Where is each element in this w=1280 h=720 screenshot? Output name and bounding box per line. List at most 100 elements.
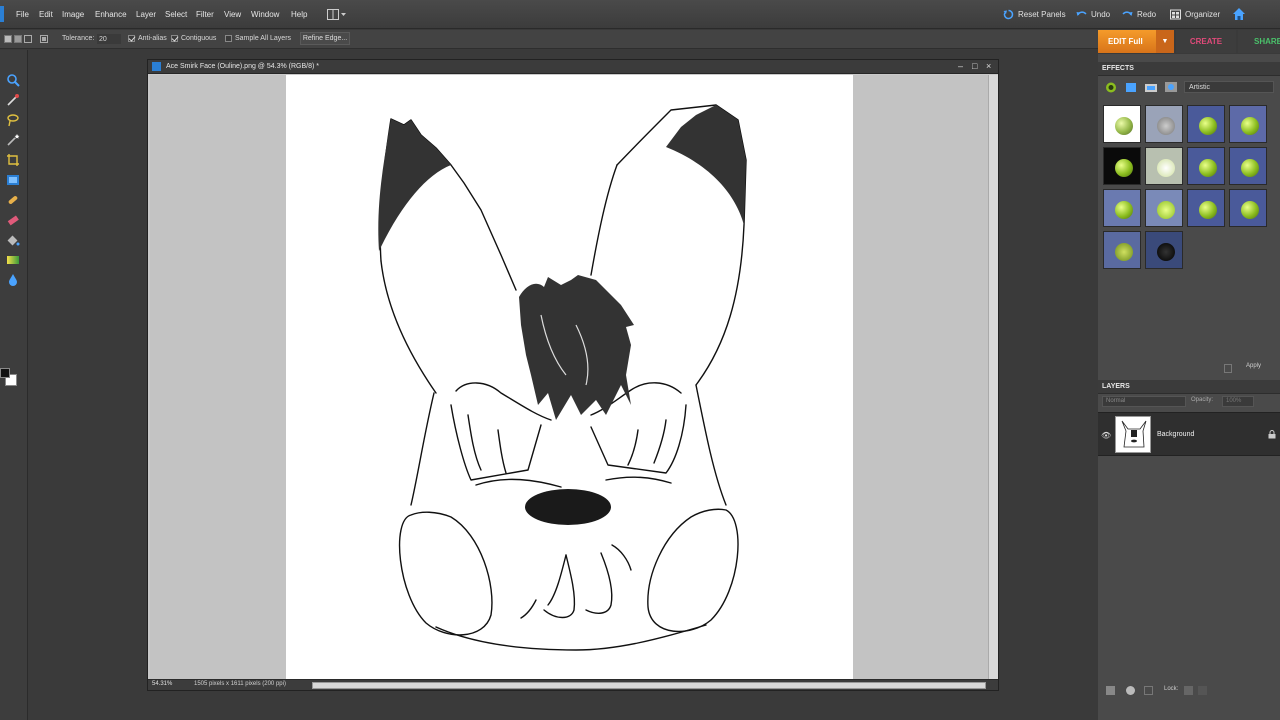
document-title: Ace Smirk Face (Ouline).png @ 54.3% (RGB…	[166, 63, 319, 70]
menu-enhance[interactable]: Enhance	[95, 10, 127, 19]
anti-alias-checkbox[interactable]: Anti-alias	[128, 35, 167, 42]
close-icon[interactable]: ×	[986, 61, 991, 71]
zoom-level[interactable]: 54.31%	[152, 681, 172, 687]
tab-create[interactable]: CREATE	[1176, 30, 1236, 53]
reset-icon	[1003, 9, 1014, 20]
crop-tool-icon[interactable]	[6, 153, 20, 167]
canvas-area[interactable]	[150, 75, 988, 679]
menu-bar: File Edit Image Enhance Layer Select Fil…	[0, 0, 1280, 29]
effect-thumb[interactable]	[1187, 189, 1225, 227]
layers-footer: Lock:	[1098, 682, 1280, 700]
menu-image[interactable]: Image	[62, 10, 84, 19]
adjustment-layer-icon[interactable]	[1126, 686, 1135, 695]
blend-mode-select[interactable]: Normal	[1102, 396, 1186, 407]
organizer-icon	[1170, 9, 1181, 20]
recompose-tool-icon[interactable]	[6, 173, 20, 187]
effect-thumb[interactable]	[1187, 147, 1225, 185]
undo-icon	[1076, 11, 1087, 16]
horizontal-scrollbar[interactable]	[312, 682, 986, 689]
reset-panels-button[interactable]: Reset Panels	[1003, 8, 1066, 21]
maximize-icon[interactable]: □	[972, 61, 977, 71]
filters-icon[interactable]	[1104, 81, 1118, 94]
refine-edge-button[interactable]: Refine Edge...	[300, 32, 350, 45]
effect-thumb[interactable]	[1145, 231, 1183, 269]
menu-help[interactable]: Help	[291, 10, 307, 19]
anti-alias-label: Anti-alias	[138, 35, 167, 42]
tool-options-bar: Tolerance: 20 Anti-alias Contiguous Samp…	[0, 30, 1098, 49]
effect-thumb[interactable]	[1145, 147, 1183, 185]
visibility-eye-icon[interactable]: 👁	[1101, 431, 1111, 440]
lock-icon	[1268, 430, 1276, 439]
effect-thumb[interactable]	[1229, 189, 1267, 227]
effect-thumb[interactable]	[1229, 147, 1267, 185]
effect-thumb[interactable]	[1103, 189, 1141, 227]
magic-wand-tool-icon[interactable]	[6, 133, 20, 147]
image-canvas[interactable]	[286, 75, 853, 679]
eyedropper-tool-icon[interactable]	[6, 93, 20, 107]
menu-select[interactable]: Select	[165, 10, 187, 19]
effect-thumb[interactable]	[1229, 105, 1267, 143]
trash-icon[interactable]	[1224, 364, 1232, 373]
arrange-layout-icon[interactable]	[327, 9, 347, 20]
undo-button[interactable]: Undo	[1076, 8, 1110, 21]
all-effects-icon[interactable]	[1164, 81, 1178, 94]
menu-edit[interactable]: Edit	[39, 10, 53, 19]
photo-effects-icon[interactable]	[1144, 81, 1158, 94]
document-title-bar[interactable]: Ace Smirk Face (Ouline).png @ 54.3% (RGB…	[148, 60, 998, 74]
tab-edit-full[interactable]: EDIT Full ▼	[1098, 30, 1174, 53]
effect-thumb[interactable]	[1187, 105, 1225, 143]
tolerance-input[interactable]: 20	[97, 34, 121, 44]
lock-all-icon[interactable]	[1198, 686, 1207, 695]
document-status-bar: 54.31% 1505 pixels x 1611 pixels (200 pp…	[148, 679, 998, 690]
redo-label: Redo	[1137, 10, 1157, 19]
selection-mode-icons[interactable]	[4, 35, 50, 44]
organizer-button[interactable]: Organizer	[1170, 8, 1220, 21]
effect-thumb[interactable]	[1145, 105, 1183, 143]
lasso-tool-icon[interactable]	[6, 113, 20, 127]
effect-thumb[interactable]	[1145, 189, 1183, 227]
tab-share[interactable]: SHARE	[1238, 30, 1280, 53]
paint-bucket-tool-icon[interactable]	[6, 233, 20, 247]
healing-brush-tool-icon[interactable]	[6, 193, 20, 207]
menu-layer[interactable]: Layer	[136, 10, 156, 19]
blur-tool-icon[interactable]	[6, 273, 20, 287]
panel-bin: EFFECTS Artistic Apply LAYERS Normal Opa…	[1098, 54, 1280, 720]
document-dimensions: 1505 pixels x 1611 pixels (200 ppi)	[194, 681, 286, 687]
effect-thumb[interactable]	[1103, 105, 1141, 143]
redo-icon	[1122, 11, 1133, 16]
effect-thumb[interactable]	[1103, 231, 1141, 269]
gradient-tool-icon[interactable]	[6, 253, 20, 267]
new-layer-icon[interactable]	[1106, 686, 1115, 695]
bunny-face-drawing	[378, 104, 747, 651]
layer-styles-icon[interactable]	[1124, 81, 1138, 94]
menu-file[interactable]: File	[16, 10, 29, 19]
foreground-color-swatch[interactable]	[0, 368, 10, 378]
eraser-tool-icon[interactable]	[6, 213, 20, 227]
menu-window[interactable]: Window	[251, 10, 279, 19]
menu-filter[interactable]: Filter	[196, 10, 214, 19]
contiguous-checkbox[interactable]: Contiguous	[171, 35, 216, 42]
zoom-tool-icon[interactable]	[6, 73, 20, 87]
lock-label: Lock:	[1164, 686, 1179, 692]
layer-thumbnail-image	[1121, 420, 1147, 448]
opacity-label: Opacity:	[1191, 397, 1214, 403]
vertical-scrollbar[interactable]	[988, 75, 998, 681]
menu-view[interactable]: View	[224, 10, 241, 19]
opacity-input[interactable]: 100%	[1222, 396, 1254, 407]
layer-row[interactable]: 👁 Background	[1098, 412, 1280, 456]
layer-name[interactable]: Background	[1157, 431, 1194, 438]
effects-category-select[interactable]: Artistic	[1184, 81, 1274, 93]
reset-panels-label: Reset Panels	[1018, 10, 1066, 19]
minimize-icon[interactable]: –	[958, 61, 963, 71]
effect-thumb[interactable]	[1103, 147, 1141, 185]
link-layers-icon[interactable]	[1144, 686, 1153, 695]
sample-all-layers-check-icon	[225, 35, 232, 42]
file-icon	[152, 62, 161, 71]
lock-transparent-icon[interactable]	[1184, 686, 1193, 695]
home-icon[interactable]	[1232, 7, 1246, 21]
contiguous-label: Contiguous	[181, 35, 217, 42]
apply-button[interactable]: Apply	[1246, 363, 1261, 369]
chevron-down-icon[interactable]: ▼	[1156, 30, 1174, 53]
sample-all-layers-checkbox[interactable]: Sample All Layers	[225, 35, 291, 42]
redo-button[interactable]: Redo	[1122, 8, 1156, 21]
